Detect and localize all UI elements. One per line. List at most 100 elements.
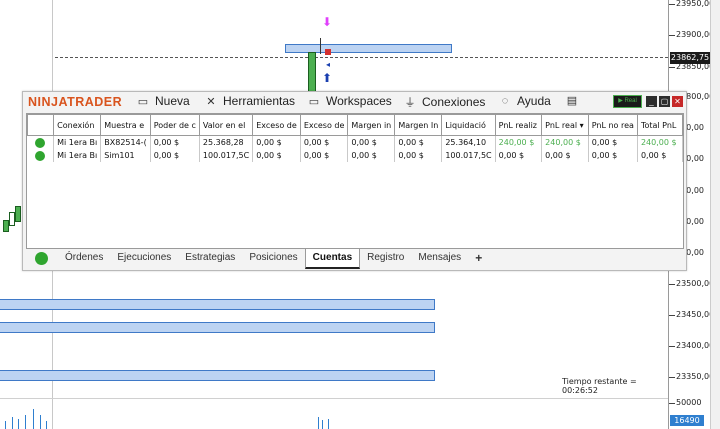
menu-conexiones[interactable]: ⏚ Conexiones bbox=[403, 94, 486, 110]
window-controls: ▶ Real _ ▢ ✕ bbox=[613, 95, 683, 108]
cell: Mi 1era Bı bbox=[53, 149, 102, 162]
tab-estrategias[interactable]: Estrategias bbox=[178, 249, 242, 267]
volume-bar bbox=[40, 415, 41, 429]
accounts-grid[interactable]: Conexión Muestra e Poder de c Valor en e… bbox=[26, 113, 684, 249]
menu-nueva[interactable]: ▭ Nueva bbox=[136, 94, 190, 108]
cell: 240,00 $ bbox=[541, 135, 589, 149]
connection-status-icon bbox=[35, 251, 48, 265]
col-header[interactable]: PnL real ▾ bbox=[541, 114, 589, 136]
menu-label: Herramientas bbox=[223, 94, 296, 108]
tab-posiciones[interactable]: Posiciones bbox=[242, 249, 304, 267]
menu-ayuda[interactable]: ◌ Ayuda bbox=[498, 94, 551, 108]
col-header[interactable]: Exceso de bbox=[299, 114, 349, 136]
table-row[interactable]: Mi 1era Bı Sim101 0,00 $ 100.017,5C 0,00… bbox=[27, 149, 683, 162]
cell: 0,00 $ bbox=[394, 149, 443, 162]
real-mode-label: Real bbox=[624, 98, 637, 104]
cell: 0,00 $ bbox=[252, 149, 301, 162]
screenshot-button[interactable]: ▤ bbox=[565, 94, 579, 107]
candle-current[interactable] bbox=[308, 52, 316, 94]
tab-cuentas[interactable]: Cuentas bbox=[304, 247, 361, 269]
grid-header-row: Conexión Muestra e Poder de c Valor en e… bbox=[27, 114, 683, 136]
menu-herramientas[interactable]: ✕ Herramientas bbox=[204, 94, 295, 108]
cell: 100.017,5C bbox=[441, 149, 496, 162]
volume-bar bbox=[12, 417, 13, 429]
menu-label: Workspaces bbox=[326, 94, 392, 108]
time-remaining: Tiempo restante = 00:26:52 bbox=[562, 377, 637, 395]
zone-1[interactable] bbox=[0, 299, 435, 310]
col-header[interactable]: PnL realiz bbox=[494, 114, 543, 136]
volume-bar bbox=[18, 419, 19, 429]
col-header[interactable]: PnL no rea bbox=[587, 114, 638, 136]
control-center-window[interactable]: NINJATRADER ▭ Nueva ✕ Herramientas ▭ Worksp… bbox=[22, 91, 687, 271]
real-mode-button[interactable]: ▶ Real bbox=[613, 95, 642, 108]
menu-label: Nueva bbox=[155, 94, 190, 108]
cell: 25.364,10 bbox=[441, 135, 496, 149]
menu-workspaces[interactable]: ▭ Workspaces bbox=[307, 94, 392, 108]
cell: BX82514-( bbox=[100, 135, 151, 149]
cell: 0,00 $ bbox=[150, 135, 200, 149]
cell: 0,00 $ bbox=[637, 149, 683, 162]
col-header[interactable]: Conexión bbox=[53, 114, 102, 136]
current-price-line bbox=[55, 57, 668, 58]
cell: 0,00 $ bbox=[394, 135, 443, 149]
cell: 0,00 $ bbox=[588, 135, 638, 149]
add-tab-icon[interactable]: + bbox=[468, 249, 489, 267]
volume-bar bbox=[25, 415, 26, 429]
tab-ejecuciones[interactable]: Ejecuciones bbox=[110, 249, 178, 267]
col-header[interactable]: Margen in bbox=[347, 114, 396, 136]
tab-bar: Órdenes Ejecuciones Estrategias Posicion… bbox=[26, 247, 682, 269]
volume-panel-divider bbox=[0, 398, 668, 399]
col-header[interactable]: Margen In bbox=[394, 114, 443, 136]
volume-bar bbox=[322, 420, 323, 429]
cell: 0,00 $ bbox=[588, 149, 638, 162]
volume-bar bbox=[328, 419, 329, 429]
cell: 0,00 $ bbox=[347, 135, 396, 149]
table-row[interactable]: Mi 1era Bı BX82514-( 0,00 $ 25.368,28 0,… bbox=[27, 135, 683, 149]
volume-bar bbox=[33, 409, 34, 429]
maximize-icon[interactable]: ▢ bbox=[659, 96, 670, 107]
col-header[interactable]: Poder de c bbox=[149, 114, 200, 136]
tab-mensajes[interactable]: Mensajes bbox=[411, 249, 468, 267]
menu-bar: NINJATRADER ▭ Nueva ✕ Herramientas ▭ Worksp… bbox=[23, 92, 686, 111]
connected-status-icon bbox=[35, 150, 46, 161]
cell: 0,00 $ bbox=[541, 149, 589, 162]
cell: 0,00 $ bbox=[495, 149, 543, 162]
zone-2[interactable] bbox=[0, 322, 435, 333]
volume-axis-label: 50000 bbox=[676, 398, 702, 407]
cell: Sim101 bbox=[100, 149, 151, 162]
order-marker-icon: ◂ bbox=[326, 60, 331, 69]
cell: 0,00 $ bbox=[300, 149, 349, 162]
col-header[interactable] bbox=[27, 114, 55, 136]
cell: Mi 1era Bı bbox=[53, 135, 102, 149]
cell: 240,00 $ bbox=[637, 135, 683, 149]
price-label: 23950,00 bbox=[676, 0, 715, 8]
status-cell bbox=[27, 149, 55, 162]
volume-bar bbox=[318, 417, 319, 429]
close-icon[interactable]: ✕ bbox=[672, 96, 683, 107]
tab-ordenes[interactable]: Órdenes bbox=[58, 249, 110, 267]
workspaces-icon: ▭ bbox=[308, 95, 320, 108]
zone-3[interactable] bbox=[0, 370, 435, 381]
col-header[interactable]: Liquidació bbox=[441, 114, 496, 136]
new-window-icon: ▭ bbox=[137, 95, 149, 108]
volume-bar bbox=[46, 421, 47, 429]
col-header[interactable]: Exceso de bbox=[252, 114, 301, 136]
screenshot-icon: ▤ bbox=[566, 95, 578, 107]
current-volume-box: 16490 bbox=[670, 415, 704, 426]
col-header[interactable]: Muestra e bbox=[100, 114, 151, 136]
col-header[interactable]: Total PnL bbox=[636, 114, 683, 136]
price-label: 23500,00 bbox=[676, 279, 715, 288]
price-label: 23400,00 bbox=[676, 341, 715, 350]
crosshair-v bbox=[320, 38, 321, 54]
col-header[interactable]: Valor en el bbox=[198, 114, 254, 136]
minimize-icon[interactable]: _ bbox=[646, 96, 657, 107]
candle[interactable] bbox=[15, 206, 21, 222]
cell: 25.368,28 bbox=[199, 135, 254, 149]
side-panel-strip[interactable] bbox=[710, 0, 720, 429]
tab-registro[interactable]: Registro bbox=[360, 249, 411, 267]
cell: 0,00 $ bbox=[150, 149, 200, 162]
ninjatrader-logo: NINJATRADER bbox=[28, 95, 123, 109]
cell: 0,00 $ bbox=[252, 135, 301, 149]
price-label: 23350,00 bbox=[676, 372, 715, 381]
cell: 0,00 $ bbox=[347, 149, 396, 162]
